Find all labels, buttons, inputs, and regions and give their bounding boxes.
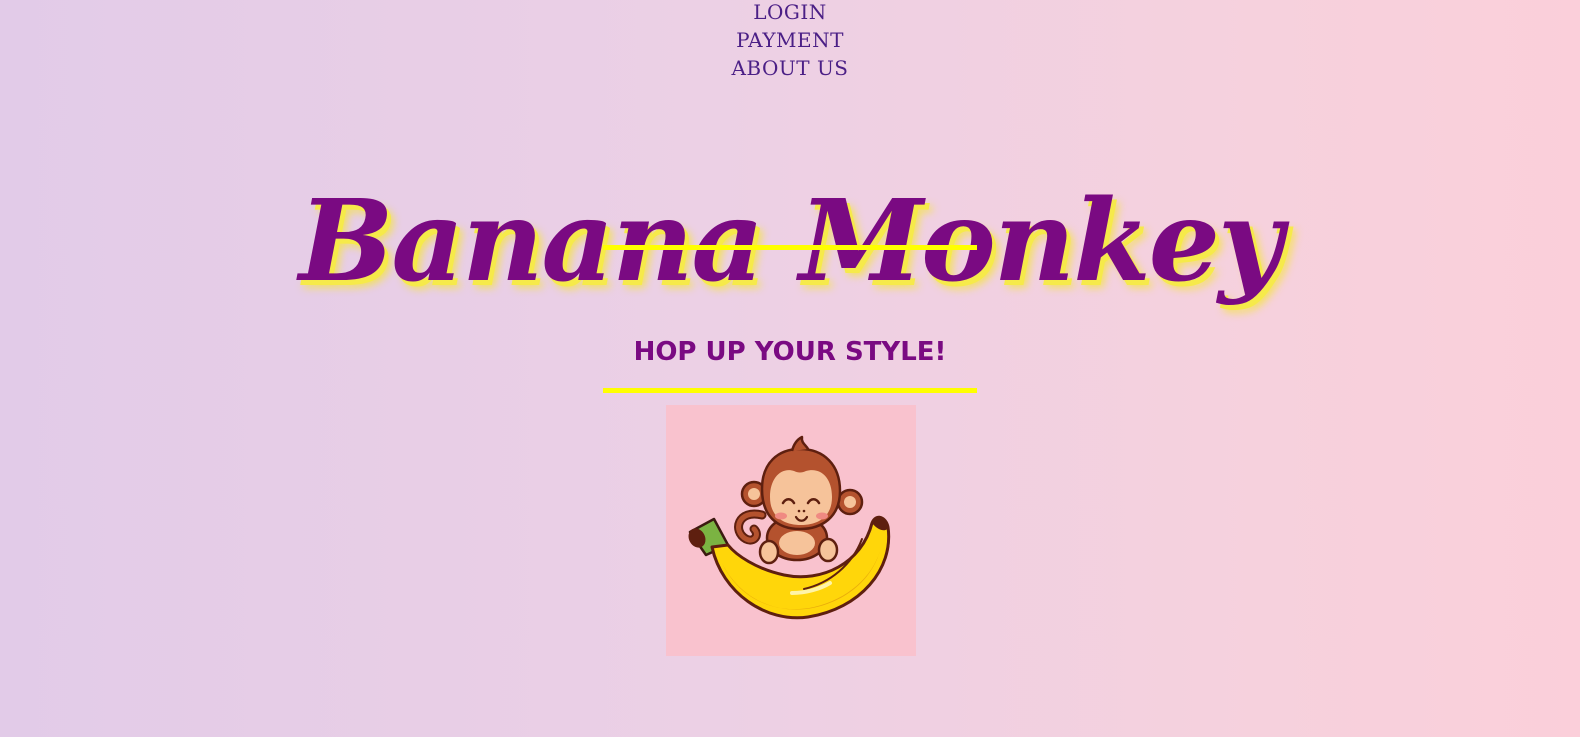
divider-bottom	[603, 388, 977, 393]
nav-link-payment[interactable]: PAYMENT	[0, 26, 1580, 54]
divider-top	[603, 245, 977, 250]
hero-image	[666, 405, 916, 656]
nav-link-login[interactable]: LOGIN	[0, 0, 1580, 26]
monkey-banana-illustration	[688, 435, 891, 620]
hero-tagline: HOP UP YOUR STYLE!	[633, 336, 947, 367]
nav-link-about-us[interactable]: ABOUT US	[0, 54, 1580, 82]
brand-title: Banana Monkey	[298, 176, 1283, 308]
main-nav: LOGIN PAYMENT ABOUT US	[0, 0, 1580, 82]
